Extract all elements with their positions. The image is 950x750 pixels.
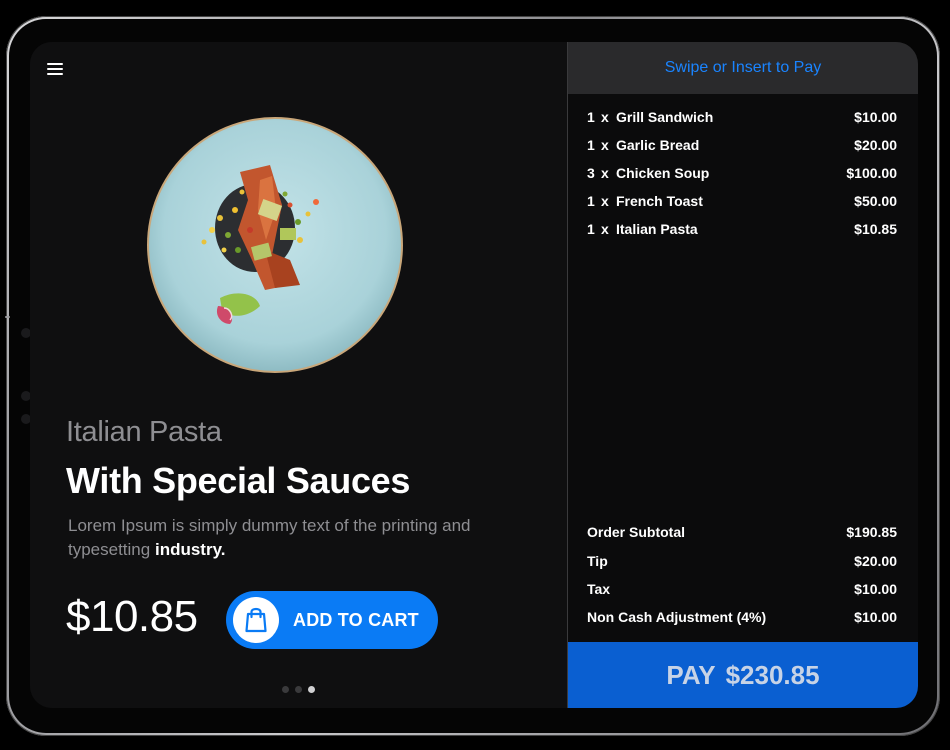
plated-dish-image bbox=[140, 110, 410, 380]
pay-button[interactable]: PAY $230.85 bbox=[568, 642, 918, 708]
order-panel: Swipe or Insert to Pay 1 x Grill Sandwic… bbox=[568, 42, 918, 708]
summary-amount: $10.00 bbox=[854, 609, 897, 625]
item-name: Garlic Bread bbox=[616, 137, 700, 153]
plate-illustration bbox=[147, 117, 403, 373]
summary-amount: $20.00 bbox=[854, 553, 897, 569]
pay-label: PAY bbox=[666, 660, 716, 690]
item-name: Italian Pasta bbox=[616, 221, 698, 237]
order-item[interactable]: 1 x Grill Sandwich $10.00 bbox=[587, 109, 897, 129]
description-text: Lorem Ipsum is simply dummy text of the … bbox=[68, 516, 471, 559]
summary-row-subtotal: Order Subtotal $190.85 bbox=[587, 524, 897, 544]
item-times: x bbox=[601, 193, 609, 209]
add-to-cart-button[interactable]: ADD TO CART bbox=[226, 591, 438, 649]
summary-label: Non Cash Adjustment (4%) bbox=[587, 609, 767, 625]
item-amount: $50.00 bbox=[854, 193, 897, 209]
description-emphasis: industry. bbox=[154, 540, 226, 559]
product-panel: Italian Pasta With Special Sauces Lorem … bbox=[30, 42, 567, 708]
item-times: x bbox=[601, 221, 609, 237]
order-item[interactable]: 1 x French Toast $50.00 bbox=[587, 193, 897, 213]
side-button bbox=[5, 316, 10, 318]
order-item[interactable]: 3 x Chicken Soup $100.00 bbox=[587, 165, 897, 185]
item-amount: $10.00 bbox=[854, 109, 897, 125]
product-tagline: With Special Sauces bbox=[66, 460, 411, 501]
item-amount: $100.00 bbox=[846, 165, 897, 181]
summary-row-tip: Tip $20.00 bbox=[587, 553, 897, 573]
item-qty: 1 bbox=[587, 193, 595, 209]
add-to-cart-label: ADD TO CART bbox=[293, 610, 419, 630]
carousel-indicator bbox=[282, 680, 321, 698]
order-item[interactable]: 1 x Garlic Bread $20.00 bbox=[587, 137, 897, 157]
carousel-dot-active[interactable] bbox=[308, 686, 315, 693]
item-qty: 1 bbox=[587, 221, 595, 237]
product-price: $10.85 bbox=[66, 592, 198, 641]
swipe-insert-header[interactable]: Swipe or Insert to Pay bbox=[568, 42, 918, 94]
summary-amount: $10.00 bbox=[854, 581, 897, 597]
summary-label: Order Subtotal bbox=[587, 524, 686, 540]
summary-label: Tax bbox=[587, 581, 611, 597]
item-amount: $20.00 bbox=[854, 137, 897, 153]
item-times: x bbox=[601, 109, 609, 125]
summary-label: Tip bbox=[587, 553, 608, 569]
summary-row-adjustment: Non Cash Adjustment (4%) $10.00 bbox=[587, 609, 897, 629]
product-name: Italian Pasta bbox=[66, 416, 222, 448]
item-name: French Toast bbox=[616, 193, 703, 209]
summary-row-tax: Tax $10.00 bbox=[587, 581, 897, 601]
item-name: Grill Sandwich bbox=[616, 109, 714, 125]
item-amount: $10.85 bbox=[854, 221, 897, 237]
shopping-bag-icon bbox=[233, 597, 279, 643]
item-times: x bbox=[601, 137, 609, 153]
summary-amount: $190.85 bbox=[846, 524, 897, 540]
carousel-dot[interactable] bbox=[295, 686, 302, 693]
item-qty: 1 bbox=[587, 109, 595, 125]
menu-icon[interactable] bbox=[47, 63, 63, 76]
product-description: Lorem Ipsum is simply dummy text of the … bbox=[68, 514, 518, 562]
item-times: x bbox=[601, 165, 609, 181]
item-qty: 3 bbox=[587, 165, 595, 181]
pay-amount: $230.85 bbox=[725, 660, 820, 690]
carousel-dot[interactable] bbox=[282, 686, 289, 693]
item-name: Chicken Soup bbox=[616, 165, 710, 181]
order-item[interactable]: 1 x Italian Pasta $10.85 bbox=[587, 221, 897, 241]
app-screen: Italian Pasta With Special Sauces Lorem … bbox=[30, 42, 918, 708]
item-qty: 1 bbox=[587, 137, 595, 153]
